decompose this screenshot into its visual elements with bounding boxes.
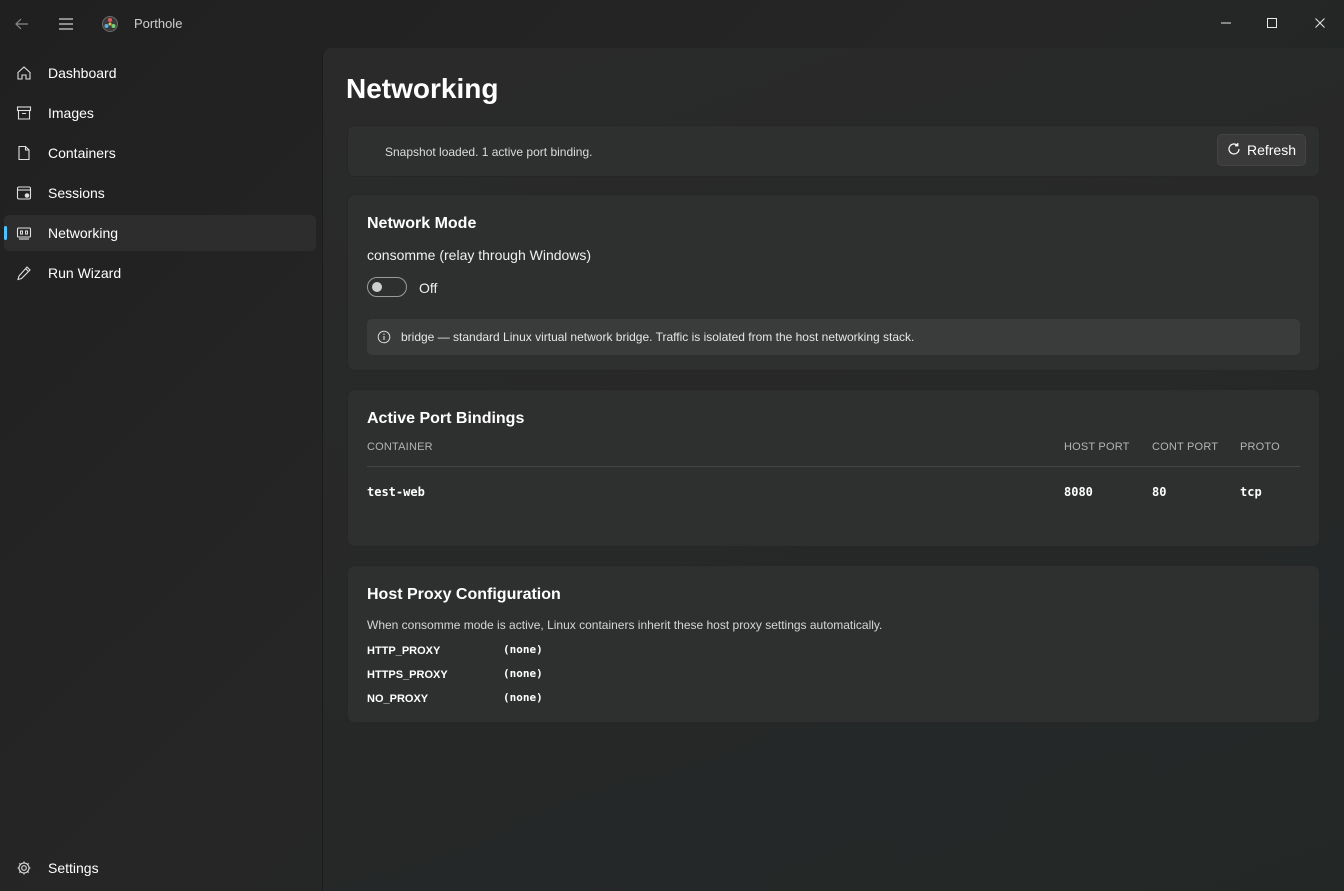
toggle-knob (372, 282, 382, 292)
status-text: Snapshot loaded. 1 active port binding. (385, 145, 593, 159)
refresh-button[interactable]: Refresh (1217, 134, 1306, 166)
network-mode-title: Network Mode (367, 215, 477, 232)
page-title: Networking (346, 73, 499, 104)
column-header-host-port: HOST PORT (1064, 441, 1130, 453)
sidebar-nav: Dashboard Images Containers Sessions Net… (0, 48, 322, 891)
status-card: Snapshot loaded. 1 active port binding. … (347, 125, 1320, 177)
sidebar-item-label: Dashboard (48, 65, 117, 81)
sidebar-item-run-wizard[interactable]: Run Wizard (4, 255, 316, 291)
sidebar-item-containers[interactable]: Containers (4, 135, 316, 171)
refresh-icon (1227, 142, 1241, 159)
app-window: Porthole Dashboard Images Containers Ses… (0, 0, 1344, 891)
archive-icon (15, 104, 33, 122)
close-icon[interactable] (1297, 0, 1343, 46)
cell-container: test-web (367, 485, 425, 499)
network-icon (15, 224, 33, 242)
sidebar-item-label: Containers (48, 145, 116, 161)
info-icon (377, 330, 391, 344)
sidebar-item-label: Settings (48, 860, 99, 876)
host-proxy-card: Host Proxy Configuration When consomme m… (347, 565, 1320, 723)
proxy-value-https: (none) (503, 667, 543, 680)
port-bindings-card: Active Port Bindings CONTAINER HOST PORT… (347, 389, 1320, 547)
sidebar-item-label: Run Wizard (48, 265, 122, 281)
main-content: Networking Snapshot loaded. 1 active por… (322, 48, 1344, 891)
home-icon (15, 64, 33, 82)
column-header-container: CONTAINER (367, 441, 433, 453)
sidebar-item-label: Networking (48, 225, 119, 241)
info-text: bridge — standard Linux virtual network … (401, 330, 915, 344)
sidebar-item-images[interactable]: Images (4, 95, 316, 131)
proxy-key-https: HTTPS_PROXY (367, 669, 448, 681)
sidebar-item-dashboard[interactable]: Dashboard (4, 55, 316, 91)
app-title: Porthole (134, 16, 183, 31)
maximize-icon[interactable] (1249, 0, 1295, 46)
consomme-toggle[interactable] (367, 277, 407, 297)
proxy-key-no-proxy: NO_PROXY (367, 693, 429, 705)
column-header-cont-port: CONT PORT (1152, 441, 1219, 453)
back-arrow-icon[interactable] (10, 12, 34, 36)
proxy-value-no-proxy: (none) (503, 691, 543, 704)
document-icon (15, 144, 33, 162)
minimize-icon[interactable] (1203, 0, 1249, 46)
sidebar-item-settings[interactable]: Settings (4, 850, 316, 886)
port-bindings-title: Active Port Bindings (367, 410, 525, 427)
refresh-label: Refresh (1246, 142, 1297, 158)
cell-proto: tcp (1240, 485, 1262, 499)
table-header-divider (367, 466, 1300, 467)
title-bar: Porthole (0, 0, 1344, 48)
hamburger-menu-icon[interactable] (54, 12, 78, 36)
cell-cont-port: 80 (1152, 485, 1167, 499)
gear-icon (15, 859, 33, 877)
window-icon (15, 184, 33, 202)
proxy-description: When consomme mode is active, Linux cont… (367, 618, 883, 632)
proxy-key-http: HTTP_PROXY (367, 645, 441, 657)
sidebar-item-sessions[interactable]: Sessions (4, 175, 316, 211)
sidebar-item-label: Sessions (48, 185, 105, 201)
host-proxy-title: Host Proxy Configuration (367, 586, 561, 603)
sidebar-item-networking[interactable]: Networking (4, 215, 316, 251)
info-bar: bridge — standard Linux virtual network … (367, 319, 1300, 355)
proxy-value-http: (none) (503, 643, 543, 656)
sidebar-item-label: Images (48, 105, 94, 121)
mode-label: consomme (relay through Windows) (367, 247, 592, 263)
pencil-icon (15, 264, 33, 282)
network-mode-card: Network Mode consomme (relay through Win… (347, 194, 1320, 371)
app-logo-icon (98, 12, 122, 36)
cell-host-port: 8080 (1064, 485, 1093, 499)
column-header-proto: PROTO (1240, 441, 1280, 453)
toggle-state-label: Off (419, 280, 438, 296)
